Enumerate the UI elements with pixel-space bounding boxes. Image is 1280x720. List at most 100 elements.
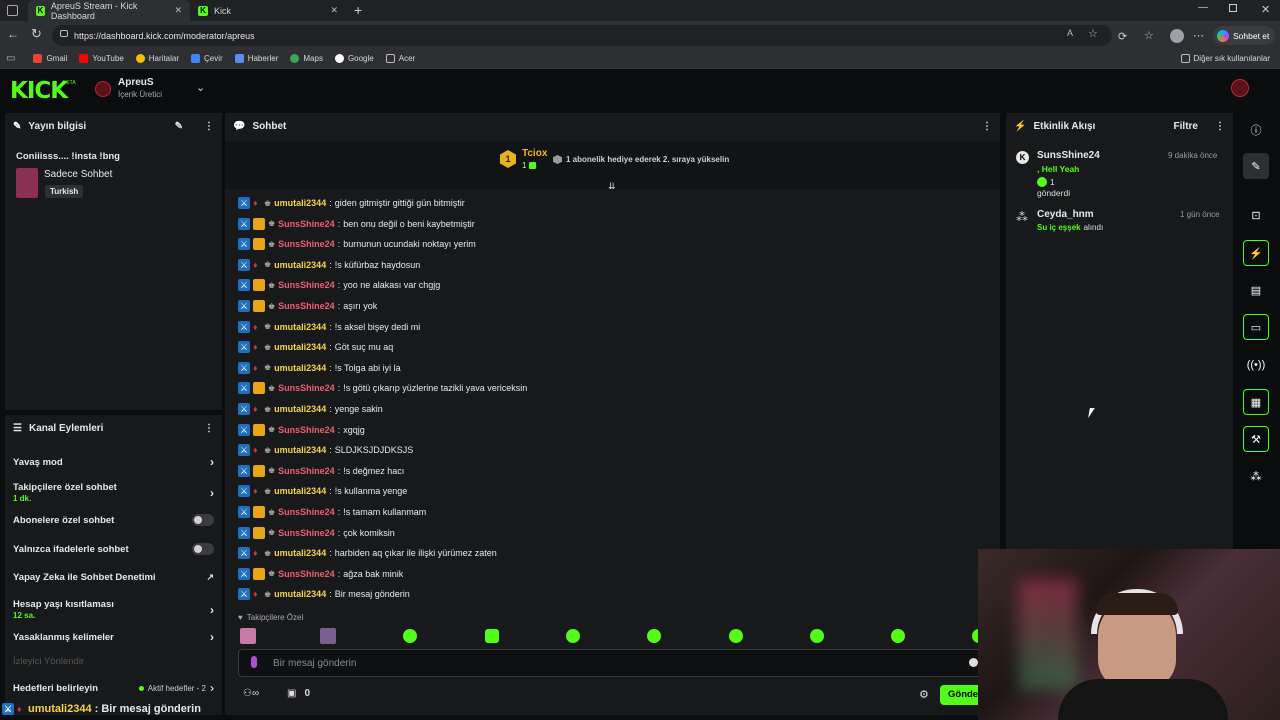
sidebar-toggle-icon[interactable]: ▭ xyxy=(6,53,15,64)
edit-pencil-icon[interactable]: ✎ xyxy=(1243,153,1269,179)
message-user[interactable]: umutali2344 xyxy=(274,486,326,496)
message-user[interactable]: SunsShine24 xyxy=(278,239,335,249)
channel-switch-chevron-icon[interactable]: ⌄ xyxy=(196,81,205,94)
slow-mode-row[interactable]: Yavaş mod › xyxy=(13,455,214,469)
profile-avatar[interactable] xyxy=(1170,29,1184,43)
close-tab-icon[interactable]: ✕ xyxy=(330,5,338,16)
subscribers-only-toggle[interactable] xyxy=(192,514,214,526)
ai-moderation-row[interactable]: Yapay Zeka ile Sohbet Denetimi ↗ xyxy=(13,572,214,583)
message-user[interactable]: umutali2344 xyxy=(274,322,326,332)
back-icon[interactable]: ← xyxy=(7,27,19,41)
chat-input[interactable]: Bir mesaj gönderin xyxy=(238,649,985,677)
bookmark-haritalar[interactable]: Haritalar xyxy=(135,53,179,63)
message-colon: : xyxy=(337,527,341,538)
emotes-only-toggle[interactable] xyxy=(192,543,214,555)
close-tab-icon[interactable]: ✕ xyxy=(174,5,182,16)
bookmark-acer[interactable]: Acer xyxy=(385,53,415,63)
maximize-icon[interactable] xyxy=(1229,4,1237,12)
new-tab-icon[interactable]: + xyxy=(354,2,362,18)
emote-thumb[interactable] xyxy=(320,628,336,644)
emote-kick-icon[interactable] xyxy=(403,629,417,643)
banned-words-row[interactable]: Yasaklanmış kelimeler › xyxy=(13,630,214,644)
emote-thumb[interactable] xyxy=(240,628,256,644)
copilot-button[interactable]: Sohbet et xyxy=(1213,26,1275,45)
account-age-row[interactable]: Hesap yaşı kısıtlaması 12 sa. › xyxy=(13,598,214,622)
emoji-icon[interactable] xyxy=(969,658,978,667)
pinned-user[interactable]: Tciox xyxy=(522,148,547,159)
bookmark-google[interactable]: Google xyxy=(334,53,374,63)
message-user[interactable]: umutali2344 xyxy=(274,342,326,352)
minimize-icon[interactable]: — xyxy=(1198,2,1208,13)
emote-kick-icon[interactable] xyxy=(729,629,743,643)
site-info-icon[interactable] xyxy=(60,30,68,37)
tab-kick[interactable]: K Kick ✕ xyxy=(190,0,346,21)
emote-kick-icon[interactable] xyxy=(891,629,905,643)
bookmark-haberler[interactable]: Haberler xyxy=(234,53,278,63)
send-button[interactable]: Gönder xyxy=(940,685,980,705)
message-user[interactable]: SunsShine24 xyxy=(278,425,335,435)
message-user[interactable]: umutali2344 xyxy=(274,404,326,414)
url-field[interactable]: https://dashboard.kick.com/moderator/apr… xyxy=(52,25,1112,46)
category-link[interactable]: Sadece Sohbet xyxy=(44,169,112,180)
moderator-sword-icon: ⚔ xyxy=(238,300,250,312)
bookmark-youtube[interactable]: YouTube xyxy=(79,53,124,63)
wrench-icon: ✎ xyxy=(13,120,22,132)
message-user[interactable]: SunsShine24 xyxy=(278,219,335,229)
message-user[interactable]: umutali2344 xyxy=(274,589,326,599)
emote-kick-icon[interactable] xyxy=(810,629,824,643)
goals-row[interactable]: Hedefleri belirleyin Aktif hedefler - 2 › xyxy=(13,681,214,695)
close-window-icon[interactable]: ✕ xyxy=(1261,3,1270,16)
tab-kick-dashboard[interactable]: K ApreuS Stream - Kick Dashboard ✕ xyxy=(28,0,190,21)
message-user[interactable]: SunsShine24 xyxy=(278,466,335,476)
message-user[interactable]: umutali2344 xyxy=(274,363,326,373)
message-user[interactable]: umutali2344 xyxy=(274,548,326,558)
kick-logo[interactable]: KICK xyxy=(10,78,68,104)
kebab-menu-icon[interactable]: ⋮ xyxy=(1215,121,1225,132)
people-icon[interactable]: ⁂ xyxy=(1243,463,1269,489)
server-icon[interactable]: ▦ xyxy=(1243,389,1269,415)
edit-pencil-icon[interactable]: ✎ xyxy=(175,121,183,132)
favorites-icon[interactable]: ☆ xyxy=(1144,29,1154,42)
favorite-star-icon[interactable]: ☆ xyxy=(1088,27,1098,40)
more-menu-icon[interactable]: ⋯ xyxy=(1193,29,1204,42)
message-user[interactable]: umutali2344 xyxy=(274,445,326,455)
message-user[interactable]: SunsShine24 xyxy=(278,528,335,538)
bookmark-other-favorites[interactable]: Diğer sık kullanılanlar xyxy=(1180,53,1270,63)
collapse-arrow-icon[interactable]: ⇊ xyxy=(608,181,616,192)
event-user[interactable]: SunsShine24 xyxy=(1037,150,1100,161)
emote-kick-icon[interactable] xyxy=(485,629,499,643)
extensions-icon[interactable]: ⟳ xyxy=(1118,30,1127,43)
kebab-menu-icon[interactable]: ⋮ xyxy=(204,121,214,132)
message-user[interactable]: umutali2344 xyxy=(274,198,326,208)
message-user[interactable]: SunsShine24 xyxy=(278,301,335,311)
bookmark-cevir[interactable]: Çevir xyxy=(191,53,223,63)
message-user[interactable]: SunsShine24 xyxy=(278,507,335,517)
refresh-icon[interactable]: ↻ xyxy=(31,26,42,42)
message-user[interactable]: SunsShine24 xyxy=(278,569,335,579)
mic-icon[interactable] xyxy=(251,656,257,668)
kebab-menu-icon[interactable]: ⋮ xyxy=(204,423,214,434)
scan-icon[interactable]: ⊡ xyxy=(1243,202,1269,228)
message-user[interactable]: SunsShine24 xyxy=(278,280,335,290)
info-icon[interactable]: ⓘ xyxy=(1243,117,1269,143)
chat-bubble-icon[interactable]: ▭ xyxy=(1243,314,1269,340)
bookmark-maps[interactable]: Maps xyxy=(290,53,323,63)
tab-actions-icon[interactable] xyxy=(7,5,18,16)
lightning-icon[interactable]: ⚡ xyxy=(1243,240,1269,266)
wrench-icon[interactable]: ⚒ xyxy=(1243,426,1269,452)
kebab-menu-icon[interactable]: ⋮ xyxy=(982,121,992,132)
emote-kick-icon[interactable] xyxy=(566,629,580,643)
message-user[interactable]: umutali2344 xyxy=(274,260,326,270)
message-colon: : xyxy=(329,445,332,456)
user-avatar[interactable] xyxy=(1231,79,1249,97)
document-icon[interactable]: ▤ xyxy=(1243,277,1269,303)
followers-only-row[interactable]: Takipçilere özel sohbet 1 dk. › xyxy=(13,481,214,505)
read-aloud-icon[interactable]: A xyxy=(1067,28,1073,38)
message-user[interactable]: SunsShine24 xyxy=(278,383,335,393)
event-user[interactable]: Ceyda_hnm xyxy=(1037,209,1094,220)
broadcast-icon[interactable]: ((•)) xyxy=(1243,352,1269,378)
filter-button[interactable]: Filtre xyxy=(1174,121,1198,132)
bookmark-gmail[interactable]: Gmail xyxy=(33,53,67,63)
emote-kick-icon[interactable] xyxy=(647,629,661,643)
settings-gear-icon[interactable]: ⚙ xyxy=(919,688,929,701)
